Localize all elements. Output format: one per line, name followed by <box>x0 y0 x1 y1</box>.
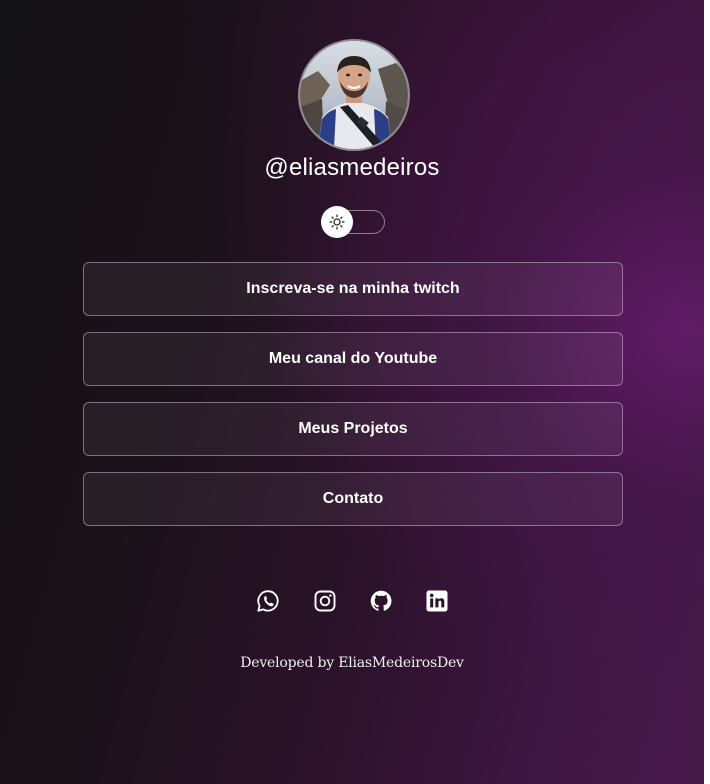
whatsapp-icon <box>257 590 279 612</box>
whatsapp-link[interactable] <box>255 588 281 614</box>
social-links <box>255 588 455 616</box>
avatar-photo <box>300 41 408 149</box>
github-icon <box>370 590 392 611</box>
instagram-link[interactable] <box>312 588 338 614</box>
linkedin-link[interactable] <box>424 588 450 614</box>
link-list: Inscreva-se na minha twitch Meu canal do… <box>83 262 623 542</box>
sun-icon <box>329 214 345 230</box>
twitch-link-button[interactable]: Inscreva-se na minha twitch <box>83 262 623 316</box>
window-edge <box>704 0 710 784</box>
youtube-link-button[interactable]: Meu canal do Youtube <box>83 332 623 386</box>
toggle-knob[interactable] <box>321 206 353 238</box>
contact-link-button[interactable]: Contato <box>83 472 623 526</box>
projects-link-button[interactable]: Meus Projetos <box>83 402 623 456</box>
footer-credit: Developed by EliasMedeirosDev <box>240 655 464 671</box>
github-link[interactable] <box>368 588 394 614</box>
theme-toggle[interactable] <box>321 206 385 238</box>
linkedin-icon <box>426 590 448 612</box>
username: @eliasmedeiros <box>264 154 440 181</box>
instagram-icon <box>314 590 336 612</box>
avatar <box>298 39 410 151</box>
